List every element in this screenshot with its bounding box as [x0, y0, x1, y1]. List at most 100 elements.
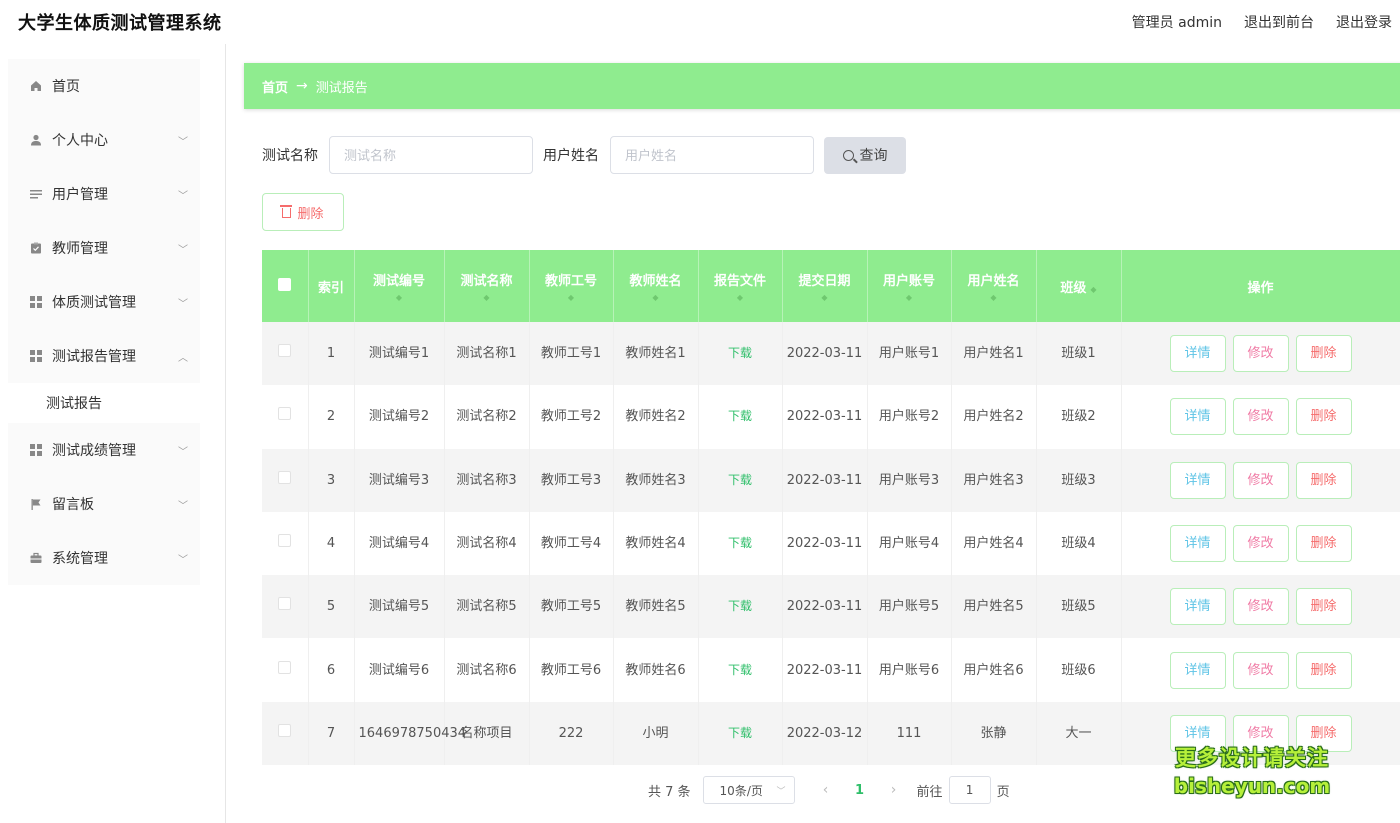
table-cell-test-no: 测试编号5	[354, 575, 445, 639]
table-cell-index: 5	[308, 575, 355, 639]
edit-button[interactable]: 修改	[1232, 398, 1289, 436]
goto-page-input[interactable]: 1	[948, 776, 991, 804]
sort-icon[interactable]: ◆	[952, 294, 1036, 302]
edit-button[interactable]: 修改	[1232, 588, 1289, 626]
row-checkbox[interactable]	[278, 407, 292, 421]
table-cell-user-account: 用户账号2	[867, 385, 952, 449]
column-header[interactable]: 班级 ◆	[1036, 250, 1122, 322]
download-link[interactable]: 下载	[728, 726, 752, 740]
row-checkbox[interactable]	[278, 597, 292, 611]
row-select-cell	[262, 701, 309, 766]
delete-button[interactable]: 删除	[1295, 461, 1352, 499]
column-header[interactable]: 用户账号 ◆	[867, 250, 952, 322]
batch-delete-button[interactable]: 删除	[262, 193, 344, 231]
sidebar-item-message-board[interactable]: 留言板 ﹀	[8, 477, 200, 531]
sort-icon[interactable]: ◆	[614, 294, 698, 302]
download-link[interactable]: 下载	[728, 346, 752, 360]
column-header[interactable]: 教师姓名 ◆	[613, 250, 699, 322]
detail-button[interactable]: 详情	[1169, 335, 1226, 373]
delete-button[interactable]: 删除	[1295, 525, 1352, 563]
edit-button[interactable]: 修改	[1232, 651, 1289, 689]
row-checkbox[interactable]	[278, 534, 292, 548]
select-all-cell	[262, 250, 309, 322]
briefcase-icon	[30, 552, 42, 564]
edit-button[interactable]: 修改	[1232, 461, 1289, 499]
sort-icon[interactable]: ◆	[355, 294, 444, 302]
sidebar-item-system[interactable]: 系统管理 ﹀	[8, 531, 200, 585]
sort-icon[interactable]: ◆	[783, 294, 867, 302]
edit-button[interactable]: 修改	[1232, 335, 1289, 373]
download-link[interactable]: 下载	[728, 599, 752, 613]
logout-link[interactable]: 退出登录	[1336, 12, 1392, 32]
table-cell-test-no: 1646978750434	[354, 701, 466, 766]
sort-icon[interactable]: ◆	[1090, 285, 1096, 294]
sidebar-item-report-management[interactable]: 测试报告管理 ︿	[8, 329, 200, 383]
delete-button[interactable]: 删除	[1295, 335, 1352, 373]
sort-icon[interactable]: ◆	[445, 294, 529, 302]
sidebar-item-profile[interactable]: 个人中心 ﹀	[8, 113, 200, 167]
watermark: 更多设计请关注 bisheyun.com	[1172, 744, 1332, 800]
column-header-label: 索引	[317, 280, 344, 296]
column-header[interactable]: 提交日期 ◆	[782, 250, 868, 322]
detail-button[interactable]: 详情	[1169, 461, 1226, 499]
report-file-cell: 下载	[698, 575, 783, 639]
sidebar-item-fitness-tests[interactable]: 体质测试管理 ﹀	[8, 275, 200, 329]
delete-button[interactable]: 删除	[1295, 588, 1352, 626]
table-cell-test-no: 测试编号2	[354, 385, 445, 449]
sidebar-item-scores[interactable]: 测试成绩管理 ﹀	[8, 423, 200, 477]
detail-button[interactable]: 详情	[1169, 398, 1226, 436]
column-header-label: 操作	[1247, 280, 1274, 296]
table-cell-teacher-no: 教师工号4	[529, 511, 614, 576]
select-all-checkbox[interactable]	[278, 277, 292, 291]
column-header-label: 提交日期	[798, 274, 851, 289]
table-cell-user-account: 用户账号5	[867, 575, 952, 639]
sidebar-item-label: 测试报告管理	[52, 349, 136, 365]
table-cell-test-name: 测试名称4	[444, 511, 530, 576]
page-size-select[interactable]: 10条/页 ﹀	[702, 776, 795, 804]
search-form: 测试名称 用户姓名 查询	[262, 136, 906, 174]
table-cell-user-account: 用户账号1	[867, 322, 952, 386]
next-page-button[interactable]: ›	[877, 782, 911, 798]
sidebar-item-teachers[interactable]: 教师管理 ﹀	[8, 221, 200, 275]
column-header[interactable]: 测试编号 ◆	[354, 250, 445, 322]
sidebar-item-label: 系统管理	[52, 551, 108, 567]
sidebar-subitem-test-report[interactable]: 测试报告	[8, 383, 200, 423]
sidebar: 首页 个人中心 ﹀ 用户管理 ﹀ 教师管理 ﹀ 体质测试管理 ﹀ 测试报告管理 …	[0, 44, 226, 823]
sidebar-item-home[interactable]: 首页	[8, 59, 200, 113]
front-link[interactable]: 退出到前台	[1244, 12, 1314, 32]
table-cell-teacher-no: 222	[529, 701, 614, 766]
detail-button[interactable]: 详情	[1169, 651, 1226, 689]
detail-button[interactable]: 详情	[1169, 588, 1226, 626]
row-checkbox[interactable]	[278, 470, 292, 484]
sort-icon[interactable]: ◆	[530, 294, 613, 302]
row-select-cell	[262, 385, 309, 449]
sort-icon[interactable]: ◆	[868, 294, 951, 302]
delete-button[interactable]: 删除	[1295, 651, 1352, 689]
breadcrumb-home[interactable]: 首页	[262, 77, 288, 96]
table-cell-index: 2	[308, 385, 355, 449]
download-link[interactable]: 下载	[728, 536, 752, 550]
detail-button[interactable]: 详情	[1169, 525, 1226, 563]
query-button[interactable]: 查询	[824, 136, 906, 174]
column-header[interactable]: 教师工号 ◆	[529, 250, 614, 322]
delete-button[interactable]: 删除	[1295, 398, 1352, 436]
column-header[interactable]: 用户姓名 ◆	[951, 250, 1037, 322]
download-link[interactable]: 下载	[728, 473, 752, 487]
user-name-input[interactable]	[610, 136, 814, 174]
row-checkbox[interactable]	[278, 660, 292, 674]
current-page-number[interactable]: 1	[843, 783, 877, 798]
column-header[interactable]: 测试名称 ◆	[444, 250, 530, 322]
edit-button[interactable]: 修改	[1232, 525, 1289, 563]
table-cell-user-account: 用户账号3	[867, 448, 952, 512]
download-link[interactable]: 下载	[728, 663, 752, 677]
table-cell-test-name: 测试名称1	[444, 322, 530, 386]
download-link[interactable]: 下载	[728, 409, 752, 423]
sort-icon[interactable]: ◆	[699, 294, 782, 302]
prev-page-button[interactable]: ‹	[809, 782, 843, 798]
test-name-input[interactable]	[329, 136, 533, 174]
page-size-value: 10条/页	[719, 783, 763, 798]
column-header[interactable]: 报告文件 ◆	[698, 250, 783, 322]
row-checkbox[interactable]	[278, 344, 292, 358]
sidebar-item-users[interactable]: 用户管理 ﹀	[8, 167, 200, 221]
row-checkbox[interactable]	[278, 723, 292, 737]
